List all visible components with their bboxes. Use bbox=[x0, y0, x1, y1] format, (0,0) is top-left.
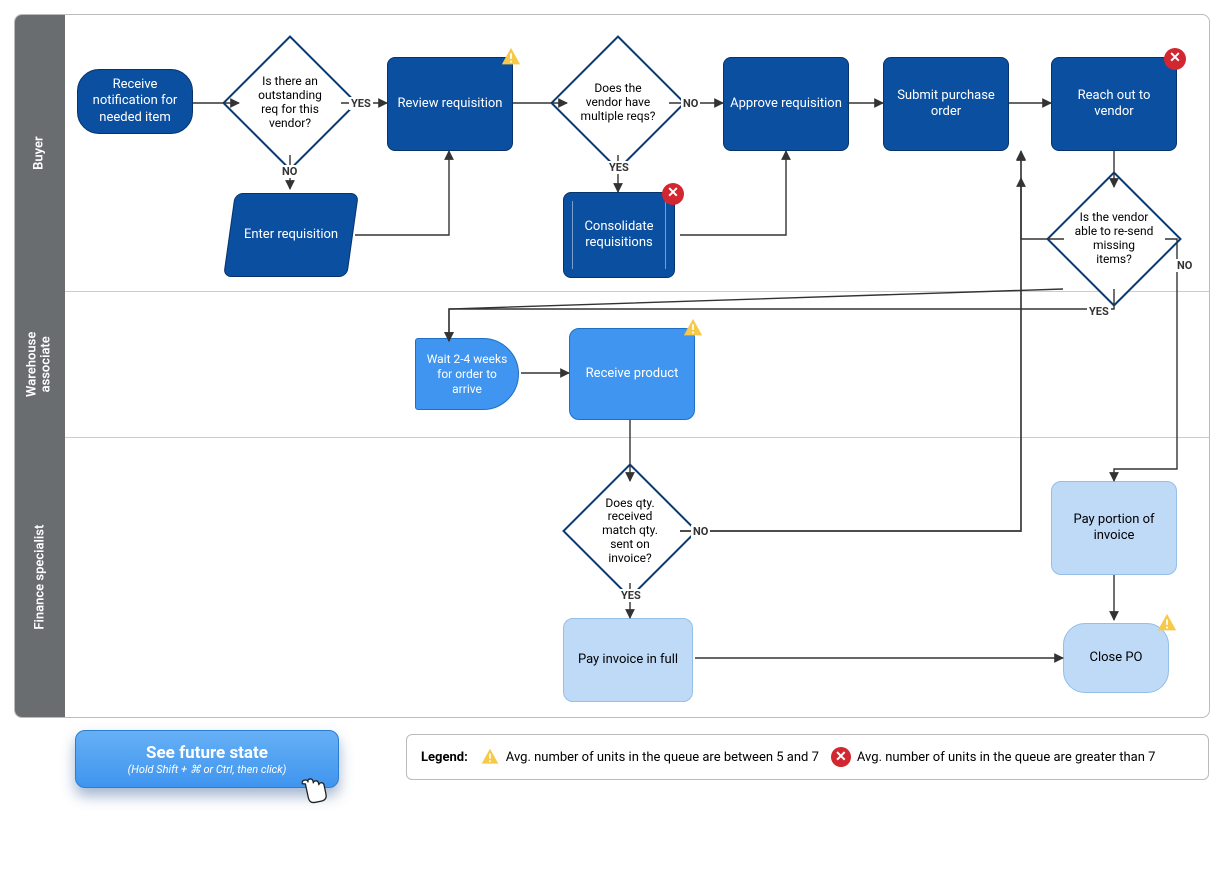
legend-item-warning: Avg. number of units in the queue are be… bbox=[480, 747, 819, 767]
decision-vendor-multiple[interactable]: Does the vendor have multiple reqs? bbox=[570, 55, 666, 151]
node-receive-notification[interactable]: Receive notification for needed item bbox=[77, 69, 193, 134]
legend-label: Legend: bbox=[421, 750, 468, 765]
node-approve-requisition[interactable]: Approve requisition bbox=[723, 57, 849, 151]
lane-label-buyer: Buyer bbox=[33, 136, 47, 170]
pointer-cursor-icon bbox=[294, 774, 330, 810]
lane-label-warehouse: Warehouse associate bbox=[26, 331, 55, 396]
edge-label-yes: YES bbox=[619, 589, 643, 602]
legend: Legend: Avg. number of units in the queu… bbox=[406, 734, 1209, 780]
node-pay-invoice-full[interactable]: Pay invoice in full bbox=[563, 618, 693, 702]
cta-hint: (Hold Shift + ⌘ or Ctrl, then click) bbox=[128, 763, 287, 776]
node-close-po[interactable]: Close PO bbox=[1063, 623, 1169, 693]
lane-label-finance: Finance specialist bbox=[33, 525, 47, 630]
edge-label-no: NO bbox=[691, 525, 710, 538]
flowchart-canvas[interactable]: Buyer Warehouse associate Finance specia… bbox=[14, 14, 1210, 718]
edge-label-yes: YES bbox=[607, 161, 631, 174]
edge-label-no: NO bbox=[280, 165, 299, 178]
node-review-requisition[interactable]: Review requisition bbox=[387, 57, 513, 151]
decision-vendor-resend[interactable]: Is the vendor able to re-send missing it… bbox=[1066, 191, 1162, 287]
node-wait-delay[interactable]: Wait 2-4 weeks for order to arrive bbox=[415, 338, 519, 410]
edge-label-no: NO bbox=[1175, 259, 1194, 272]
error-icon: ✕ bbox=[662, 183, 684, 205]
node-consolidate-requisitions[interactable]: Consolidate requisitions ✕ bbox=[563, 192, 675, 278]
node-submit-po[interactable]: Submit purchase order bbox=[883, 57, 1009, 151]
decision-outstanding-req[interactable]: Is there an outstanding req for this ven… bbox=[242, 55, 338, 151]
warning-icon bbox=[1156, 612, 1178, 634]
edge-label-yes: YES bbox=[349, 97, 373, 110]
edge-label-no: NO bbox=[681, 97, 700, 110]
error-icon: ✕ bbox=[1164, 48, 1186, 70]
node-reach-vendor[interactable]: Reach out to vendor ✕ bbox=[1051, 57, 1177, 151]
node-pay-portion[interactable]: Pay portion of invoice bbox=[1051, 481, 1177, 575]
warning-icon bbox=[500, 46, 522, 68]
cta-title: See future state bbox=[146, 743, 268, 763]
legend-item-error: ✕ Avg. number of units in the queue are … bbox=[831, 747, 1156, 767]
warning-icon bbox=[682, 317, 704, 339]
decision-qty-match[interactable]: Does qty. received match qty. sent on in… bbox=[582, 483, 678, 579]
node-enter-requisition[interactable]: Enter requisition bbox=[223, 193, 359, 277]
node-receive-product[interactable]: Receive product bbox=[569, 328, 695, 420]
edge-label-yes: YES bbox=[1087, 305, 1111, 318]
